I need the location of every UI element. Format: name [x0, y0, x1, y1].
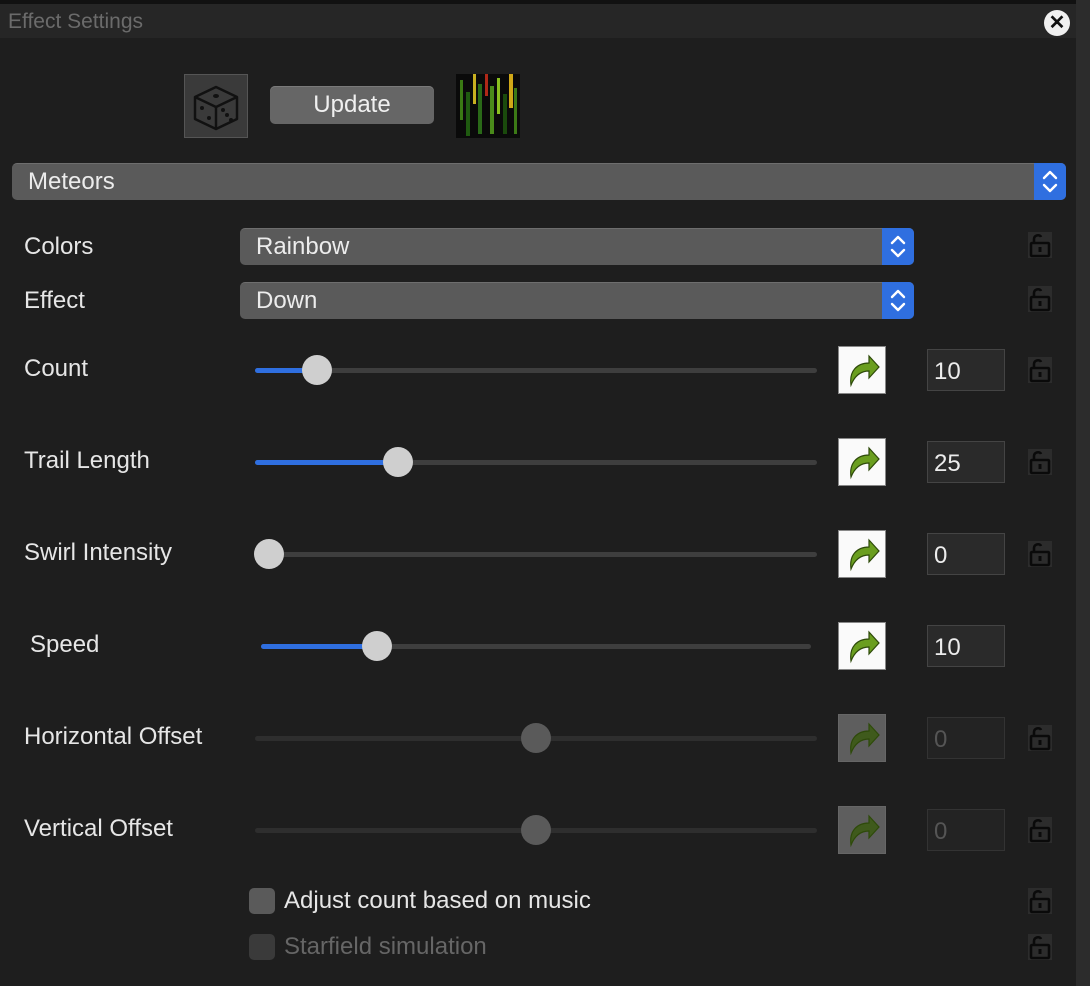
effect-label: Effect	[24, 287, 85, 314]
effect-preview-thumbnail	[456, 74, 520, 138]
slider-thumb[interactable]	[521, 815, 551, 845]
trail-length-label: Trail Length	[24, 447, 150, 474]
reset-arrow-icon	[850, 354, 880, 388]
chevron-updown-icon	[882, 228, 914, 265]
slider-fill	[261, 644, 377, 649]
adjust-count-label: Adjust count based on music	[284, 887, 591, 914]
slider-thumb[interactable]	[383, 447, 413, 477]
trail-length-reset-button[interactable]	[838, 438, 886, 486]
slider-track[interactable]	[255, 447, 817, 477]
meteors-preview-image	[456, 74, 520, 138]
swirl-intensity-value-field[interactable]: 0	[927, 533, 1005, 575]
chevron-updown-icon	[1034, 163, 1066, 200]
starfield-label: Starfield simulation	[284, 933, 487, 960]
lock-icon[interactable]	[1027, 540, 1053, 568]
vertical-offset-value-field[interactable]: 0	[927, 809, 1005, 851]
window-title: Effect Settings	[8, 10, 144, 33]
effect-type-value: Meteors	[28, 168, 115, 195]
adjust-count-checkbox[interactable]	[249, 888, 275, 914]
slider-thumb[interactable]	[302, 355, 332, 385]
lock-icon[interactable]	[1027, 231, 1053, 259]
window-edge	[1076, 0, 1090, 986]
colors-select[interactable]: Rainbow	[240, 228, 914, 265]
slider-track[interactable]	[255, 815, 817, 845]
chevron-updown-icon	[882, 282, 914, 319]
horizontal-offset-value-field[interactable]: 0	[927, 717, 1005, 759]
lock-icon[interactable]	[1027, 816, 1053, 844]
slider-track[interactable]	[255, 355, 817, 385]
slider-thumb[interactable]	[362, 631, 392, 661]
horizontal-offset-reset-button[interactable]	[838, 714, 886, 762]
reset-arrow-icon	[850, 446, 880, 480]
lock-icon[interactable]	[1027, 285, 1053, 313]
update-button[interactable]: Update	[270, 86, 434, 124]
swirl-intensity-reset-button[interactable]	[838, 530, 886, 578]
lock-icon[interactable]	[1027, 933, 1053, 961]
count-value-field[interactable]: 10	[927, 349, 1005, 391]
horizontal-offset-label: Horizontal Offset	[24, 723, 203, 750]
trail-length-value-field[interactable]: 25	[927, 441, 1005, 483]
randomize-button[interactable]	[184, 74, 248, 138]
speed-reset-button[interactable]	[838, 622, 886, 670]
effect-type-select[interactable]: Meteors	[12, 163, 1066, 200]
vertical-offset-reset-button[interactable]	[838, 806, 886, 854]
slider-thumb[interactable]	[254, 539, 284, 569]
lock-icon[interactable]	[1027, 724, 1053, 752]
vertical-offset-label: Vertical Offset	[24, 815, 173, 842]
slider-fill	[255, 460, 398, 465]
count-label: Count	[24, 355, 89, 382]
colors-label: Colors	[24, 233, 94, 260]
slider-track[interactable]	[254, 539, 817, 569]
slider-track[interactable]	[261, 631, 811, 661]
effect-direction-value: Down	[256, 287, 318, 314]
lock-icon[interactable]	[1027, 356, 1053, 384]
starfield-checkbox[interactable]	[249, 934, 275, 960]
swirl-intensity-label: Swirl Intensity	[24, 539, 173, 566]
reset-arrow-icon	[850, 722, 880, 756]
count-reset-button[interactable]	[838, 346, 886, 394]
effect-direction-select[interactable]: Down	[240, 282, 914, 319]
lock-icon[interactable]	[1027, 448, 1053, 476]
colors-value: Rainbow	[256, 233, 350, 260]
speed-label: Speed	[30, 631, 100, 658]
title-bar: Effect Settings	[0, 0, 1076, 38]
slider-thumb[interactable]	[521, 723, 551, 753]
reset-arrow-icon	[850, 814, 880, 848]
lock-icon[interactable]	[1027, 887, 1053, 915]
reset-arrow-icon	[850, 630, 880, 664]
speed-value-field[interactable]: 10	[927, 625, 1005, 667]
slider-track[interactable]	[255, 723, 817, 753]
dice-icon	[193, 85, 239, 131]
close-icon[interactable]: ✕	[1044, 10, 1070, 36]
reset-arrow-icon	[850, 538, 880, 572]
